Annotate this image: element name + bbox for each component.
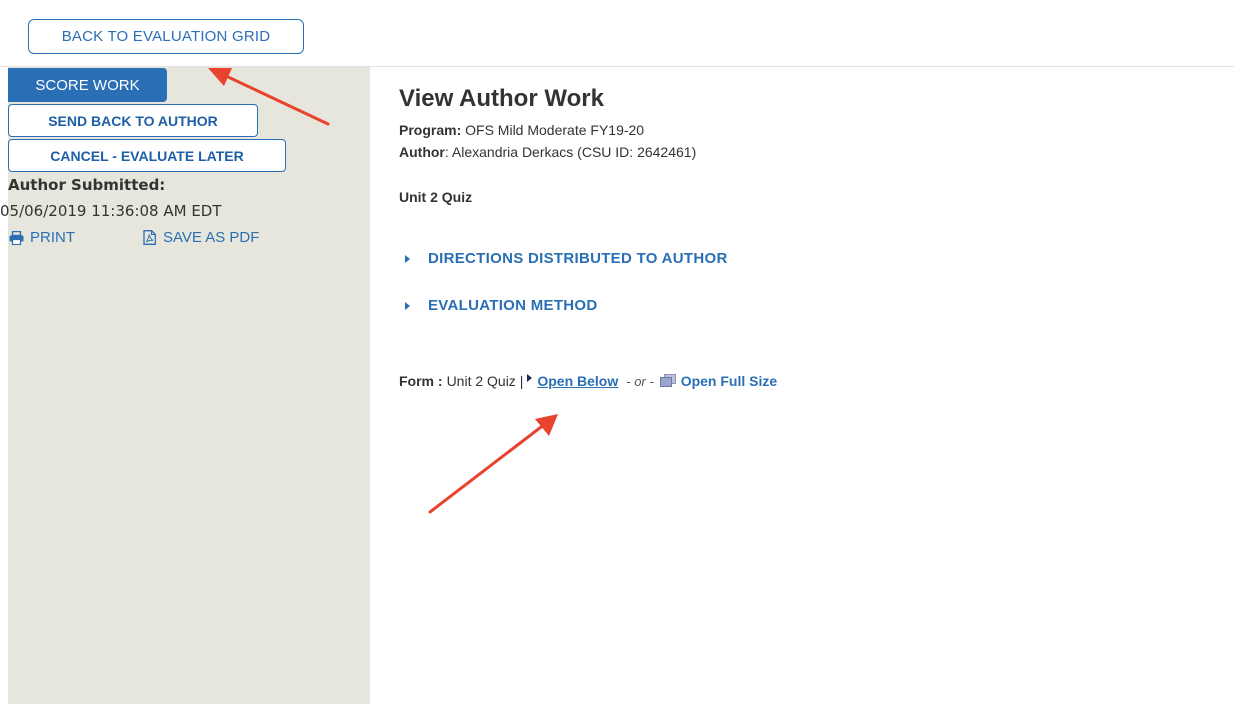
pdf-label: SAVE AS PDF <box>163 229 260 246</box>
form-line: Form : Unit 2 Quiz | Open Below - or - O… <box>399 373 777 389</box>
caret-right-icon <box>405 301 410 310</box>
open-below-link[interactable]: Open Below <box>537 373 618 389</box>
cancel-evaluate-later-button[interactable]: CANCEL - EVALUATE LATER <box>8 139 286 172</box>
author-label: Author <box>399 144 445 160</box>
program-value: OFS Mild Moderate FY19-20 <box>465 122 645 138</box>
author-submitted-label: Author Submitted: <box>8 176 166 194</box>
windows-icon <box>659 374 676 388</box>
author-value: : Alexandria Derkacs (CSU ID: 2642461) <box>444 144 697 160</box>
or-separator: - or - <box>626 373 654 389</box>
arrow-to-open-below-link <box>428 414 558 514</box>
directions-section-toggle[interactable]: DIRECTIONS DISTRIBUTED TO AUTHOR <box>405 250 728 267</box>
author-submitted-date: 05/06/2019 11:36:08 AM EDT <box>0 202 222 220</box>
sidebar: SCORE WORK SEND BACK TO AUTHOR CANCEL - … <box>0 67 370 704</box>
evaluation-method-section-toggle[interactable]: EVALUATION METHOD <box>405 297 598 314</box>
page-title: View Author Work <box>399 85 604 112</box>
program-line: Program: OFS Mild Moderate FY19-20 <box>399 122 644 138</box>
evaluation-method-section-label: EVALUATION METHOD <box>428 297 598 314</box>
score-work-button[interactable]: SCORE WORK <box>8 68 167 102</box>
program-label: Program: <box>399 122 462 138</box>
author-line: Author: Alexandria Derkacs (CSU ID: 2642… <box>399 144 696 160</box>
back-to-evaluation-grid-button[interactable]: BACK TO EVALUATION GRID <box>28 19 304 54</box>
open-full-size-link[interactable]: Open Full Size <box>681 373 777 389</box>
caret-right-small-icon <box>527 374 533 382</box>
send-back-to-author-button[interactable]: SEND BACK TO AUTHOR <box>8 104 258 137</box>
caret-right-icon <box>405 254 410 263</box>
form-label: Form : <box>399 373 443 389</box>
top-bar: BACK TO EVALUATION GRID <box>0 0 1234 67</box>
printer-icon <box>8 230 24 246</box>
print-link[interactable]: PRINT <box>8 229 75 246</box>
print-label: PRINT <box>30 229 75 246</box>
form-value: Unit 2 Quiz | <box>446 373 524 389</box>
quiz-title: Unit 2 Quiz <box>399 189 473 205</box>
directions-section-label: DIRECTIONS DISTRIBUTED TO AUTHOR <box>428 250 728 267</box>
pdf-file-icon <box>141 230 157 246</box>
save-as-pdf-link[interactable]: SAVE AS PDF <box>141 229 259 246</box>
